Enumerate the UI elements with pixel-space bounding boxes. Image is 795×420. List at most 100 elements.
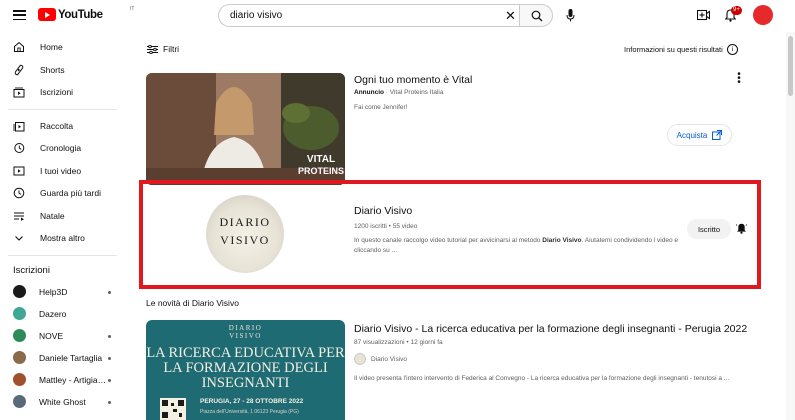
ad-label: Annuncio (354, 89, 384, 96)
channel-avatar (13, 329, 26, 342)
video-description: Il video presenta l'intero intervento di… (354, 375, 730, 382)
ad-thumb-text-2: PROTEINS (298, 166, 344, 176)
your-videos-icon (13, 165, 25, 177)
new-content-dot (108, 334, 111, 338)
thumb-heading: LA RICERCA EDUCATIVA PER LA FORMAZIONE D… (146, 345, 345, 391)
new-content-dot (108, 378, 111, 382)
sidebar-item-your-videos[interactable]: I tuoi video (0, 160, 125, 183)
home-icon (13, 41, 25, 53)
notification-bell-icon[interactable] (736, 223, 747, 234)
video-title[interactable]: Diario Visivo - La ricerca educativa per… (354, 323, 747, 335)
search-input[interactable] (230, 10, 490, 21)
section-title: Le novità di Diario Visivo (146, 298, 239, 308)
video-channel-name: Diario Visivo (371, 355, 408, 363)
avatar-text-1: DIARIO (219, 215, 271, 229)
ad-title[interactable]: Ogni tuo momento è Vital (354, 74, 472, 86)
subscription-mattley[interactable]: Mattley - Artigiani... (0, 369, 125, 391)
search-button[interactable] (519, 4, 553, 27)
results-info[interactable]: Informazioni su questi risultati i (624, 44, 738, 55)
ad-advertiser[interactable]: Vital Proteins Italia (390, 89, 444, 96)
search-box: ✕ (218, 4, 519, 27)
channel-description: In questo canale raccolgo video tutorial… (354, 236, 679, 256)
shop-button-label: Acquista (676, 130, 708, 140)
subscriptions-heading: Iscrizioni (13, 264, 50, 276)
channel-stats: 1200 iscritti • 55 video (354, 223, 418, 230)
voice-search-button[interactable] (559, 4, 582, 27)
notification-badge: 9+ (731, 6, 742, 15)
youtube-play-icon (38, 8, 56, 21)
sidebar-item-label: I tuoi video (40, 165, 82, 176)
subscription-nove[interactable]: NOVE (0, 325, 125, 347)
video-channel[interactable]: Diario Visivo (354, 353, 407, 365)
library-icon (13, 120, 25, 132)
logo-text: YouTube (58, 8, 103, 21)
shop-button[interactable]: Acquista (667, 124, 732, 146)
sidebar-item-label: Shorts (40, 64, 65, 75)
sidebar-item-playlist-natale[interactable]: Natale (0, 205, 125, 228)
subscription-label: Dazero (39, 308, 67, 319)
sidebar-item-label: Guarda più tardi (40, 188, 101, 199)
menu-icon[interactable] (13, 10, 26, 20)
subscription-white-ghost[interactable]: White Ghost (0, 391, 125, 413)
channel-name[interactable]: Diario Visivo (354, 205, 412, 217)
sidebar-item-library[interactable]: Raccolta (0, 115, 125, 138)
sidebar-item-watch-later[interactable]: Guarda più tardi (0, 182, 125, 205)
subscribed-button[interactable]: Iscritto (687, 219, 731, 239)
sidebar-item-history[interactable]: Cronologia (0, 137, 125, 160)
scrollbar[interactable] (786, 32, 795, 420)
sidebar-divider (8, 254, 117, 256)
sidebar-item-shorts[interactable]: Shorts (0, 59, 125, 82)
filters-button[interactable]: Filtri (147, 44, 179, 54)
sidebar-item-label: Home (40, 42, 63, 53)
subscription-help3d[interactable]: Help3D (0, 281, 125, 303)
avatar-text-2: VISIVO (220, 233, 270, 247)
clear-search-icon[interactable]: ✕ (505, 9, 516, 22)
new-content-dot (108, 400, 111, 404)
filters-label: Filtri (163, 44, 180, 54)
shorts-icon (13, 64, 25, 76)
account-avatar[interactable] (753, 5, 773, 25)
scrollbar-thumb[interactable] (788, 36, 793, 96)
thumb-place: Piazza dell'Università, 1 06123 Perugia … (200, 409, 299, 415)
more-options-icon[interactable]: • • • (736, 70, 742, 88)
ad-description: Fai come Jennifer! (354, 104, 408, 111)
channel-avatar (13, 351, 26, 364)
playlist-icon (13, 210, 25, 222)
info-icon: i (726, 44, 738, 55)
history-icon (13, 142, 25, 154)
video-meta: 87 visualizzazioni • 12 giorni fa (354, 339, 443, 346)
qr-code-icon (160, 398, 186, 420)
ad-thumbnail[interactable]: VITAL PROTEINS (146, 73, 345, 185)
ad-thumb-text-1: VITAL (307, 154, 335, 165)
thumb-brand: DIARIO VISIVO (146, 324, 345, 340)
ad-thumbnail-image: VITAL PROTEINS (146, 73, 345, 185)
channel-avatar-large[interactable]: DIARIO VISIVO (206, 195, 284, 273)
channel-avatar (13, 373, 26, 386)
channel-avatar (13, 307, 26, 320)
thumb-brand-2: VISIVO (229, 332, 262, 340)
subscription-label: Daniele Tartaglia (39, 352, 103, 363)
top-bar: YouTube IT ✕ 9+ (0, 0, 795, 32)
channel-description-text: In questo canale raccolgo video tutorial… (354, 237, 543, 244)
create-video-icon[interactable] (697, 9, 710, 21)
video-thumbnail[interactable]: DIARIO VISIVO LA RICERCA EDUCATIVA PER LA… (146, 320, 345, 420)
subscription-label: White Ghost (39, 396, 86, 407)
watch-later-icon (13, 187, 25, 199)
microphone-icon (566, 9, 575, 22)
sidebar-item-label: Natale (40, 210, 65, 221)
chevron-down-icon (13, 232, 25, 244)
channel-description-highlight: Diario Visivo (542, 237, 582, 244)
new-content-dot (108, 290, 111, 294)
sidebar-item-label: Raccolta (40, 120, 74, 131)
sidebar-item-label: Iscrizioni (40, 87, 74, 98)
youtube-logo[interactable]: YouTube IT (38, 6, 134, 21)
subscriptions-icon (13, 86, 25, 98)
sidebar-item-show-more[interactable]: Mostra altro (0, 227, 125, 250)
search-icon (531, 10, 543, 22)
thumb-brand-1: DIARIO (228, 324, 263, 332)
sidebar-item-subscriptions[interactable]: Iscrizioni (0, 81, 125, 104)
sidebar-item-home[interactable]: Home (0, 36, 125, 59)
subscription-daniele-tartaglia[interactable]: Daniele Tartaglia (0, 347, 125, 369)
external-link-icon (712, 130, 723, 140)
subscription-dazero[interactable]: Dazero (0, 303, 125, 325)
